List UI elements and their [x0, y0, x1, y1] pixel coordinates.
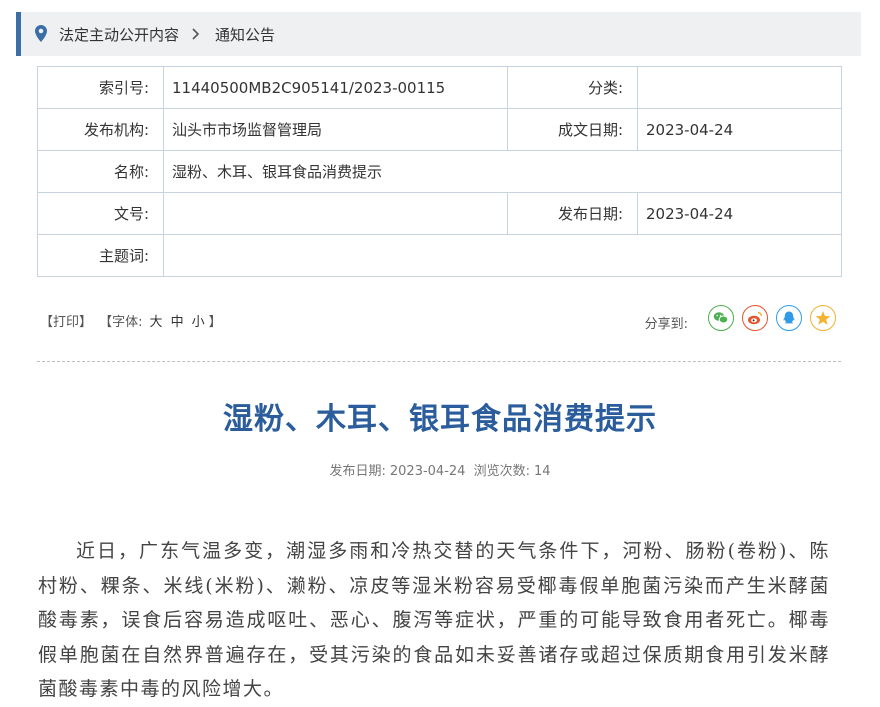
font-medium-button[interactable]: 中: [171, 315, 184, 330]
dashed-divider: [37, 361, 841, 362]
publisher-value: 汕头市市场监督管理局: [163, 108, 508, 151]
article-views: 14: [533, 464, 551, 479]
article-paragraph: 近日，广东气温多变，潮湿多雨和冷热交替的天气条件下，河粉、肠粉(卷粉)、陈村粉、…: [38, 540, 830, 700]
font-small-button[interactable]: 小: [192, 315, 205, 330]
index-label: 索引号:: [37, 66, 164, 109]
wechat-icon: [713, 312, 729, 324]
name-value: 湿粉、木耳、银耳食品消费提示: [163, 150, 842, 193]
table-row: 索引号: 11440500MB2C905141/2023-00115 分类:: [37, 66, 842, 109]
table-row: 文号: 发布日期: 2023-04-24: [37, 192, 842, 235]
chevron-right-icon: [192, 28, 200, 40]
weibo-icon: [748, 311, 763, 325]
category-value: [637, 66, 842, 109]
category-label: 分类:: [507, 66, 638, 109]
font-size-label-close: 】: [208, 315, 222, 330]
table-row: 发布机构: 汕头市市场监督管理局 成文日期: 2023-04-24: [37, 108, 842, 151]
created-date-label: 成文日期:: [507, 108, 638, 151]
breadcrumb-item-public-content[interactable]: 法定主动公开内容: [59, 24, 179, 45]
breadcrumb: 法定主动公开内容 通知公告: [16, 12, 861, 56]
publish-date-value: 2023-04-24: [637, 192, 842, 235]
font-large-button[interactable]: 大: [150, 315, 163, 330]
article-pubdate-label: 发布日期:: [329, 464, 386, 479]
doc-number-label: 文号:: [37, 192, 164, 235]
location-pin-icon: [35, 25, 47, 42]
share-weibo-button[interactable]: [742, 305, 768, 331]
doc-number-value: [163, 192, 508, 235]
font-size-label-open: 【字体:: [99, 315, 143, 330]
publish-date-label: 发布日期:: [507, 192, 638, 235]
share-wechat-button[interactable]: [708, 305, 734, 331]
document-metadata-table: 索引号: 11440500MB2C905141/2023-00115 分类: 发…: [37, 66, 842, 277]
article-publish-info: 发布日期: 2023-04-24 浏览次数: 14: [0, 460, 880, 479]
print-button[interactable]: 【打印】: [40, 315, 92, 330]
qzone-star-icon: [815, 311, 831, 325]
article-title: 湿粉、木耳、银耳食品消费提示: [223, 402, 657, 437]
name-label: 名称:: [37, 150, 164, 193]
keywords-value: [163, 234, 842, 277]
share-qzone-button[interactable]: [810, 305, 836, 331]
created-date-value: 2023-04-24: [637, 108, 842, 151]
article-views-label: 浏览次数:: [473, 464, 530, 479]
article-toolbar: 【打印】 【字体: 大中小】 分享到:: [40, 305, 840, 333]
keywords-label: 主题词:: [37, 234, 164, 277]
breadcrumb-item-notices[interactable]: 通知公告: [215, 24, 275, 45]
article-pubdate: 2023-04-24: [389, 464, 466, 479]
publisher-label: 发布机构:: [37, 108, 164, 151]
table-row: 主题词:: [37, 234, 842, 277]
table-row: 名称: 湿粉、木耳、银耳食品消费提示: [37, 150, 842, 193]
share-qq-button[interactable]: [776, 305, 802, 331]
qq-icon: [783, 311, 795, 324]
share-label: 分享到:: [644, 317, 688, 332]
index-value: 11440500MB2C905141/2023-00115: [163, 66, 508, 109]
